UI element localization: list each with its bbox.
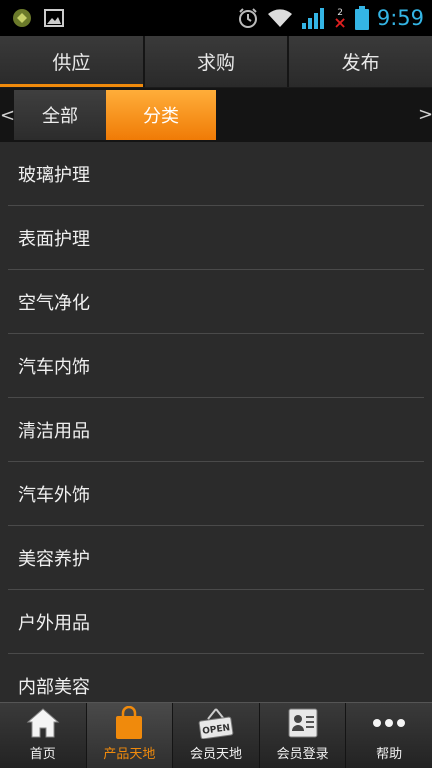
nav-help[interactable]: 帮助 — [346, 703, 432, 768]
open-sign-icon: OPEN — [198, 708, 234, 739]
nav-help-label: 帮助 — [376, 747, 403, 762]
tab-purchase[interactable]: 求购 — [145, 36, 290, 87]
nav-login[interactable]: 会员登录 — [260, 703, 347, 768]
category-list: 玻璃护理 表面护理 空气净化 汽车内饰 清洁用品 汽车外饰 美容养护 户外用品 … — [0, 142, 432, 702]
list-item[interactable]: 空气净化 — [8, 270, 424, 334]
bottom-nav: 首页 产品天地 OPEN 会员天地 会员登录 帮助 — [0, 702, 432, 768]
nav-products-label: 产品天地 — [103, 747, 156, 762]
nav-home-label: 首页 — [29, 747, 56, 762]
app-screen: 2 × 9:59 供应 求购 发布 < 全部 分类 > 玻璃护理 表面护理 空气… — [0, 0, 432, 768]
battery-icon — [354, 6, 369, 30]
nav-home[interactable]: 首页 — [0, 703, 87, 768]
status-bar: 2 × 9:59 — [0, 0, 432, 36]
top-tab-bar: 供应 求购 发布 — [0, 36, 432, 88]
tab-supply[interactable]: 供应 — [0, 36, 145, 87]
id-card-icon — [288, 708, 318, 738]
home-icon — [26, 708, 60, 738]
nav-members-label: 会员天地 — [189, 747, 242, 762]
more-dots-icon — [373, 719, 406, 727]
alarm-icon — [239, 8, 258, 28]
list-item[interactable]: 户外用品 — [8, 590, 424, 654]
list-item[interactable]: 内部美容 — [8, 654, 424, 702]
tab-publish[interactable]: 发布 — [289, 36, 432, 87]
list-item[interactable]: 清洁用品 — [8, 398, 424, 462]
nav-login-label: 会员登录 — [276, 747, 329, 762]
shopping-bag-icon — [116, 706, 143, 739]
no-sim-indicator: 2 × — [333, 8, 347, 32]
nav-members[interactable]: OPEN 会员天地 — [173, 703, 260, 768]
close-icon: × — [333, 13, 347, 32]
list-item[interactable]: 表面护理 — [8, 206, 424, 270]
signal-icon — [302, 8, 325, 29]
subtab-all[interactable]: 全部 — [14, 90, 106, 140]
nav-products[interactable]: 产品天地 — [86, 703, 174, 768]
list-item[interactable]: 汽车内饰 — [8, 334, 424, 398]
subtab-category[interactable]: 分类 — [106, 90, 216, 140]
scroll-left-arrow[interactable]: < — [0, 105, 15, 126]
sub-tab-bar: < 全部 分类 > — [0, 88, 432, 142]
app-notification-icon — [13, 9, 31, 27]
scroll-right-arrow[interactable]: > — [418, 104, 432, 125]
list-item[interactable]: 玻璃护理 — [8, 142, 424, 206]
clock: 9:59 — [376, 6, 424, 30]
list-item[interactable]: 美容养护 — [8, 526, 424, 590]
list-item[interactable]: 汽车外饰 — [8, 462, 424, 526]
gallery-icon — [44, 9, 64, 27]
wifi-icon — [268, 9, 293, 27]
